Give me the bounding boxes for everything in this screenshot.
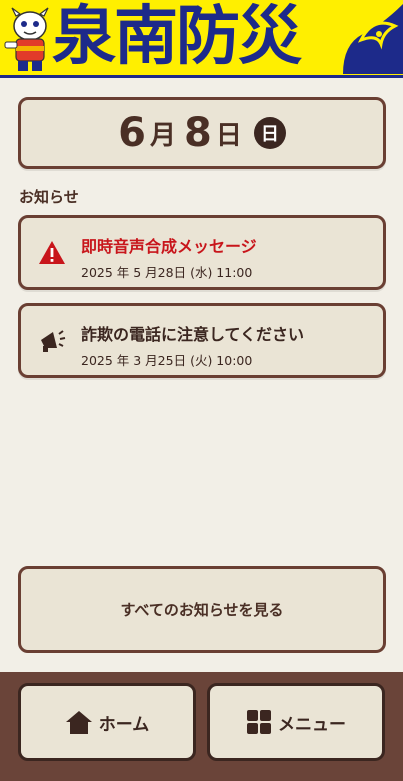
notice-title: 詐欺の電話に注意してください [81, 325, 305, 344]
date-display: 6 月 8 日 日 [18, 97, 386, 169]
megaphone-icon [41, 330, 66, 352]
notice-date: 2025 年 3 月25日 (火) 10:00 [81, 353, 253, 368]
weekday-badge: 日 [253, 117, 286, 149]
day-unit: 日 [215, 120, 242, 151]
warning-icon [39, 241, 65, 264]
notices-section-label: お知らせ [19, 188, 79, 206]
notice-title: 即時音声合成メッセージ [81, 237, 257, 256]
home-icon [65, 711, 92, 734]
see-all-notices-button[interactable]: すべてのお知らせを見る [18, 566, 386, 653]
wave-icon [343, 4, 403, 74]
bottom-nav: ホーム メニュー [0, 672, 403, 781]
day-number: 8 [184, 110, 212, 156]
app-title: 泉南防災 [52, 0, 302, 74]
menu-label: メニュー [278, 714, 346, 735]
month-unit: 月 [149, 120, 176, 151]
grid-menu-icon [247, 710, 271, 734]
home-button[interactable]: ホーム [18, 683, 196, 761]
month-number: 6 [118, 110, 146, 156]
home-label: ホーム [98, 714, 150, 735]
mascot-icon [4, 7, 49, 71]
notice-item-fraud-warning[interactable]: 詐欺の電話に注意してください 2025 年 3 月25日 (火) 10:00 [18, 303, 386, 378]
app-header: 泉南防災 [0, 0, 403, 78]
menu-button[interactable]: メニュー [207, 683, 385, 761]
notice-date: 2025 年 5 月28日 (水) 11:00 [81, 265, 253, 280]
notice-item-voice-message[interactable]: 即時音声合成メッセージ 2025 年 5 月28日 (水) 11:00 [18, 215, 386, 290]
